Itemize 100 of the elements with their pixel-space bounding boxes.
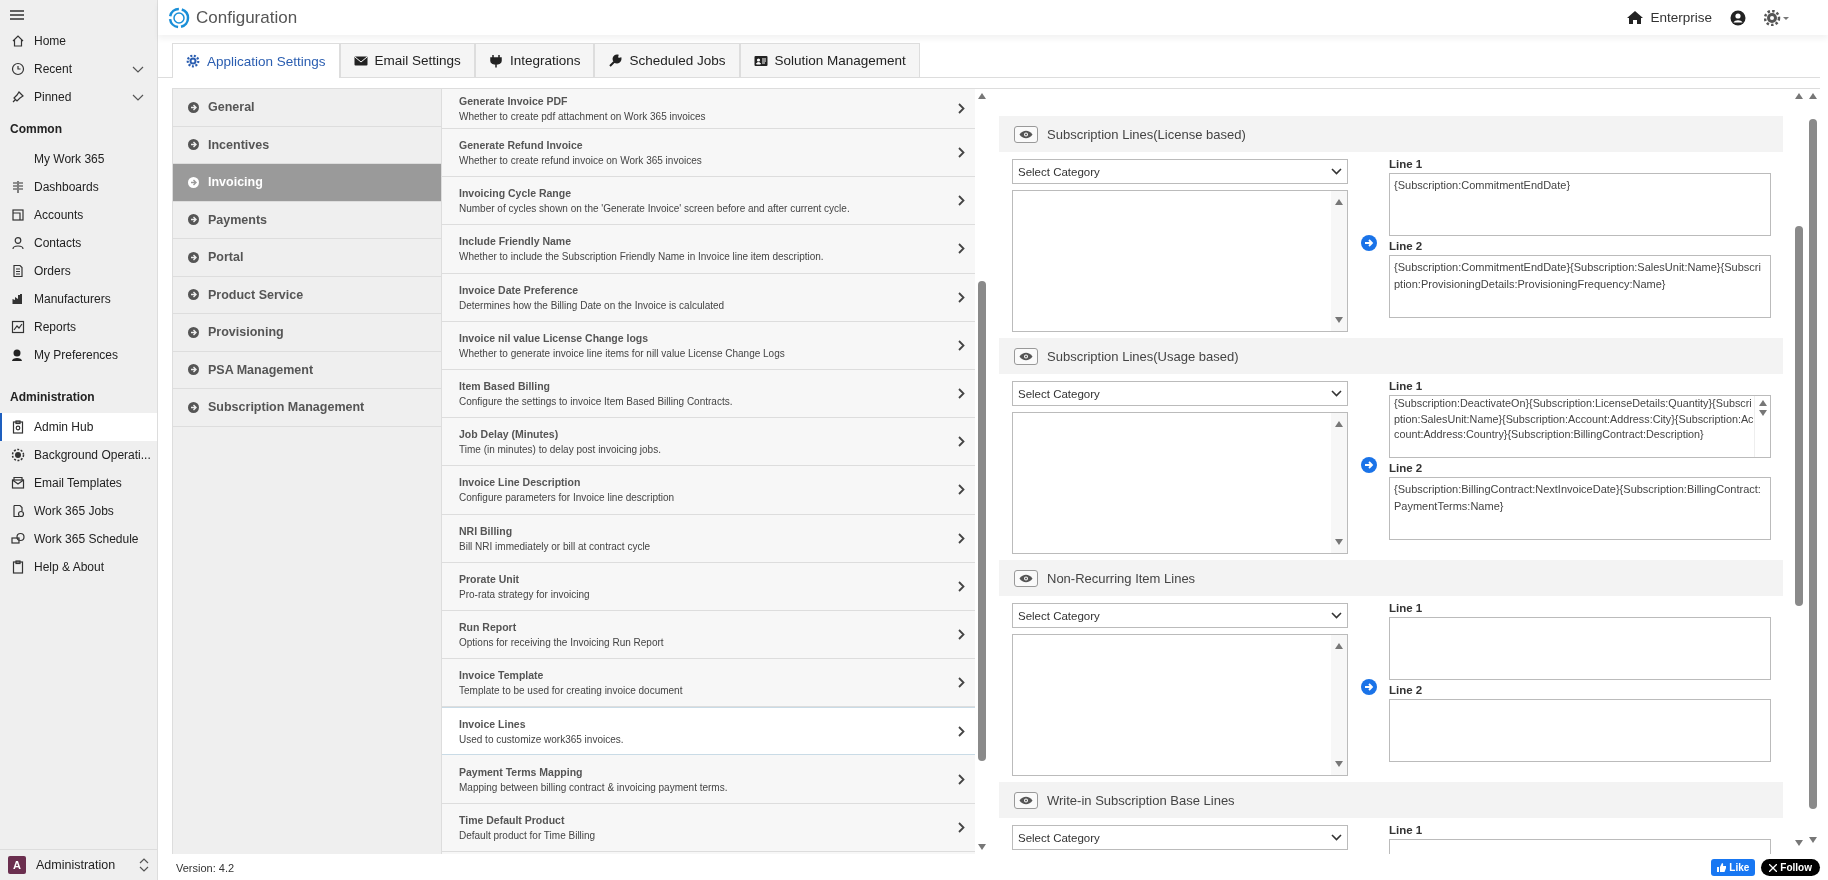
- setting-title: Generate Refund Invoice: [459, 139, 584, 152]
- line-field[interactable]: {Subscription:BillingContract:NextInvoiceDate}{Subscription:BillingContract:PaymentTerms:Name}: [1389, 477, 1771, 540]
- nav-item[interactable]: Contacts: [0, 229, 157, 257]
- chevron-down-icon: [1331, 612, 1342, 619]
- setting-item[interactable]: Prorate Unit Pro-rata strategy for invoicing: [442, 562, 975, 611]
- thumbs-up-icon: [1717, 863, 1727, 872]
- setting-item[interactable]: Payment Terms Mapping Mapping between billing contract & invoicing payment terms.: [442, 755, 975, 804]
- setting-description: Number of cycles shown on the 'Generate Invoice' screen before and after current cycle.: [459, 203, 851, 215]
- eye-button[interactable]: [1014, 125, 1038, 143]
- chevron-down-icon: [1331, 168, 1342, 175]
- category-item[interactable]: PSA Management: [173, 351, 441, 389]
- field-listbox[interactable]: [1012, 634, 1348, 776]
- document-gear-icon: [11, 504, 25, 518]
- setting-item[interactable]: Include Friendly Name Whether to include the Subscription Friendly Name in Invoice line item description.: [442, 225, 975, 274]
- nav-item[interactable]: Pinned: [0, 83, 157, 111]
- nav-item[interactable]: Work 365 Schedule: [0, 525, 157, 553]
- category-item[interactable]: Portal: [173, 239, 441, 277]
- line-field[interactable]: {Subscription:DeactivateOn}{Subscription:LicenseDetails:Quantity}{Subscription:SalesUnit:Name}{Subscription:Account:Address:City}{Subscription:Account:Address:Country}{Subscription:BillingContract:Description}: [1389, 395, 1771, 458]
- setting-title: Time Default Product: [459, 813, 566, 826]
- category-dropdown[interactable]: Select Category: [1012, 381, 1348, 406]
- area-switcher[interactable]: A Administration: [0, 849, 157, 880]
- follow-button[interactable]: Follow: [1761, 859, 1820, 876]
- category-dropdown[interactable]: Select Category: [1012, 603, 1348, 628]
- area-label: Administration: [36, 858, 116, 872]
- arrow-circle-icon: [188, 176, 199, 188]
- setting-title: Invoice Line Description: [459, 476, 582, 489]
- nav-item[interactable]: Home: [0, 27, 157, 55]
- setting-item[interactable]: Invoicing Cycle Range Number of cycles shown on the 'Generate Invoice' screen before and after current cycle.: [442, 177, 975, 226]
- nav-item[interactable]: Work 365 Jobs: [0, 497, 157, 525]
- eye-icon: [1019, 129, 1033, 139]
- chevron-right-icon: [958, 388, 965, 400]
- setting-item[interactable]: Run Report Options for receiving the Invoicing Run Report: [442, 610, 975, 660]
- category-item[interactable]: Payments: [173, 201, 441, 239]
- nav-item[interactable]: My Work 365: [0, 145, 157, 173]
- nav-item[interactable]: Background Operati...: [0, 441, 157, 469]
- setting-item[interactable]: Item Based Billing Configure the settings to invoice Item Based Billing Contracts.: [442, 369, 975, 419]
- setting-item[interactable]: Invoice Date Preference Determines how the Billing Date on the Invoice is calculated: [442, 273, 975, 322]
- section-title: Administration: [9, 389, 96, 406]
- arrow-circle-icon: [188, 364, 199, 376]
- user-icon: [1730, 9, 1746, 26]
- tab[interactable]: Solution Management: [739, 43, 920, 77]
- tab[interactable]: Integrations: [474, 43, 595, 77]
- arrow-circle-icon: [188, 401, 199, 413]
- setting-item[interactable]: Invoice Lines Used to customize work365 invoices.: [442, 707, 975, 756]
- wrench-icon: [608, 53, 623, 68]
- scroll-down-icon: [1335, 317, 1343, 323]
- eye-button[interactable]: [1014, 569, 1038, 587]
- nav-item[interactable]: Manufacturers: [0, 285, 157, 313]
- chevron-right-icon: [958, 628, 965, 640]
- chevron-right-icon: [958, 103, 965, 114]
- line-field[interactable]: {Subscription:CommitmentEndDate}{Subscription:SalesUnit:Name}{Subscription:ProvisioningDetails:ProvisioningFrequency:Name}: [1389, 255, 1771, 318]
- nav-item[interactable]: Orders: [0, 257, 157, 285]
- settings-icon: [1764, 9, 1790, 26]
- chevron-down-icon: [1331, 390, 1342, 397]
- nav-item[interactable]: Dashboards: [0, 173, 157, 201]
- nav-item[interactable]: Recent: [0, 55, 157, 83]
- setting-item[interactable]: NRI Billing Bill NRI immediately or bill at contract cycle: [442, 514, 975, 563]
- nav-item[interactable]: My Preferences: [0, 341, 157, 369]
- tab[interactable]: Application Settings: [172, 43, 340, 78]
- nav-item[interactable]: Admin Hub: [0, 413, 157, 441]
- setting-description: Options for receiving the Invoicing Run Report: [459, 636, 665, 648]
- nav-item[interactable]: Reports: [0, 313, 157, 341]
- field-label: Line 2: [1389, 461, 1424, 476]
- tab[interactable]: Scheduled Jobs: [594, 43, 740, 77]
- setting-item[interactable]: Invoice Line Description Configure parameters for Invoice line description: [442, 466, 975, 515]
- scroll-down-icon: [1335, 539, 1343, 545]
- nav-item[interactable]: Accounts: [0, 201, 157, 229]
- line-field[interactable]: {Subscription:CommitmentEndDate}: [1389, 173, 1771, 236]
- setting-description: Determines how the Billing Date on the Invoice is calculated: [459, 299, 726, 311]
- line-field[interactable]: [1389, 699, 1771, 762]
- setting-title: Generate Invoice PDF: [459, 95, 569, 107]
- section-title: Write-in Subscription Base Lines: [1047, 792, 1235, 808]
- nav-item[interactable]: Help & About: [0, 553, 157, 581]
- field-label: Line 1: [1389, 823, 1424, 838]
- tab[interactable]: Email Settings: [339, 43, 475, 77]
- environment-link[interactable]: Enterprise: [1626, 10, 1712, 25]
- eye-button[interactable]: [1014, 791, 1038, 809]
- setting-item[interactable]: Generate Invoice PDF Whether to create pdf attachment on Work 365 invoices: [442, 89, 975, 129]
- eye-button[interactable]: [1014, 347, 1038, 365]
- category-dropdown[interactable]: Select Category: [1012, 159, 1348, 184]
- arrow-right-circle-icon: [1360, 679, 1377, 695]
- like-button[interactable]: Like: [1711, 859, 1756, 876]
- field-listbox[interactable]: [1012, 412, 1348, 554]
- arrow-circle-icon: [188, 326, 199, 338]
- setting-item[interactable]: Job Delay (Minutes) Time (in minutes) to delay post invoicing jobs.: [442, 418, 975, 467]
- line-field[interactable]: [1389, 617, 1771, 680]
- category-item[interactable]: General: [173, 89, 441, 127]
- setting-item[interactable]: Time Default Product Default product for Time Billing: [442, 803, 975, 852]
- category-item[interactable]: Product Service: [173, 276, 441, 314]
- category-item[interactable]: Subscription Management: [173, 389, 441, 427]
- category-dropdown[interactable]: Select Category: [1012, 825, 1348, 850]
- arrow-circle-icon: [188, 214, 199, 226]
- up-down-chevron-icon: [139, 858, 149, 872]
- nav-item[interactable]: Email Templates: [0, 469, 157, 497]
- field-listbox[interactable]: [1012, 190, 1348, 332]
- chevron-right-icon: [958, 773, 965, 785]
- arrow-circle-icon: [188, 251, 199, 263]
- setting-item[interactable]: Invoice nil value License Change logs Whether to generate invoice line items for nill value License Change Logs: [442, 321, 975, 370]
- setting-item[interactable]: Generate Refund Invoice Whether to create refund invoice on Work 365 invoices: [442, 129, 975, 178]
- category-item[interactable]: Provisioning: [173, 314, 441, 352]
